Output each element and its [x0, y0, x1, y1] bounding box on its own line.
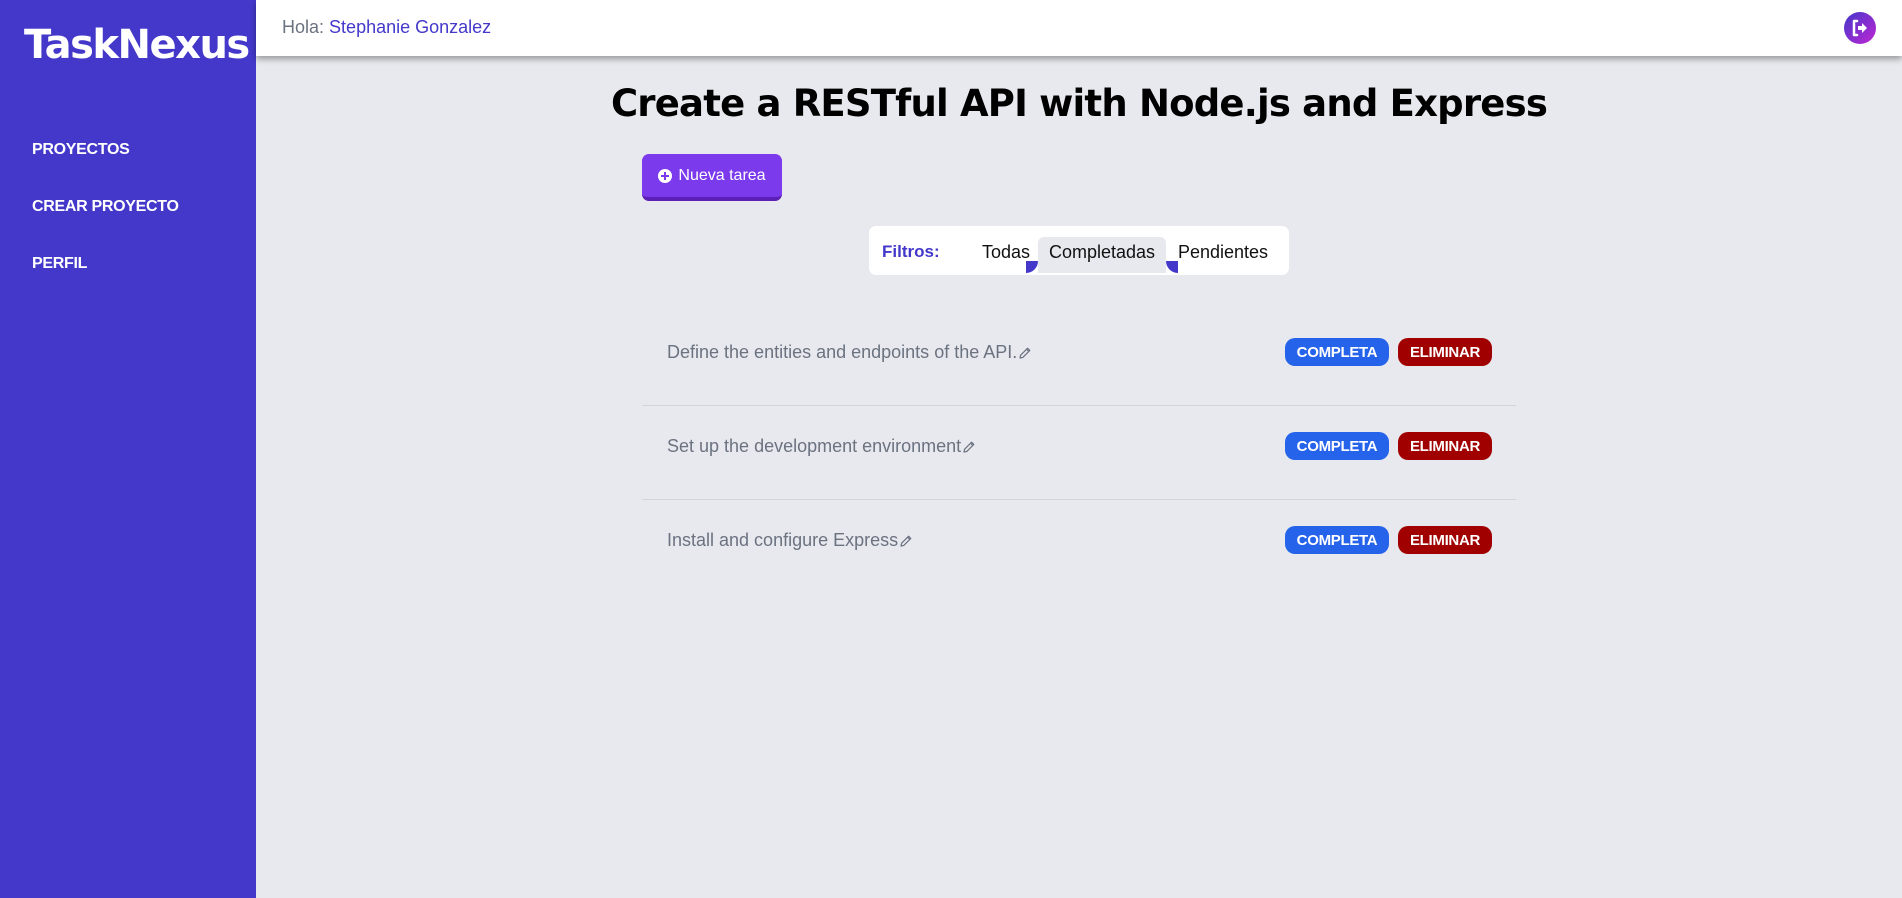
new-task-label: Nueva tarea [678, 166, 766, 184]
sidebar-item-crear-proyecto[interactable]: CREAR PROYECTO [32, 197, 179, 254]
filter-completadas[interactable]: Completadas [1026, 237, 1178, 273]
app-logo: TaskNexus [24, 22, 250, 68]
task-title[interactable]: Install and configure Express [667, 530, 913, 551]
sidebar: TaskNexus PROYECTOS CREAR PROYECTO PERFI… [0, 0, 256, 898]
main-content: Create a RESTful API with Node.js and Ex… [256, 56, 1902, 898]
delete-button[interactable]: ELIMINAR [1398, 338, 1492, 366]
delete-button[interactable]: ELIMINAR [1398, 432, 1492, 460]
task-item: Install and configure Express COMPLETA E… [642, 500, 1516, 594]
task-list: Define the entities and endpoints of the… [642, 312, 1516, 594]
page-title: Create a RESTful API with Node.js and Ex… [610, 82, 1548, 125]
pencil-icon[interactable] [899, 534, 913, 548]
task-text: Set up the development environment [667, 436, 962, 456]
sidebar-item-proyectos[interactable]: PROYECTOS [32, 140, 179, 197]
filter-pendientes[interactable]: Pendientes [1166, 237, 1280, 273]
filters-label: Filtros: [882, 242, 940, 261]
plus-circle-icon [658, 168, 673, 183]
pencil-icon[interactable] [962, 440, 976, 454]
complete-button[interactable]: COMPLETA [1285, 432, 1389, 460]
greeting-label: Hola: [282, 17, 325, 37]
pencil-icon[interactable] [1018, 346, 1032, 360]
sidebar-nav: PROYECTOS CREAR PROYECTO PERFIL [32, 140, 179, 311]
logout-button[interactable] [1844, 12, 1876, 44]
new-task-button[interactable]: Nueva tarea [642, 154, 782, 201]
task-title[interactable]: Define the entities and endpoints of the… [667, 342, 1032, 363]
task-text: Install and configure Express [667, 530, 899, 550]
sidebar-item-perfil[interactable]: PERFIL [32, 254, 179, 311]
top-header: Hola: Stephanie Gonzalez [256, 0, 1902, 56]
complete-button[interactable]: COMPLETA [1285, 526, 1389, 554]
logout-icon [1852, 19, 1867, 37]
greeting: Hola: Stephanie Gonzalez [282, 17, 491, 38]
complete-button[interactable]: COMPLETA [1285, 338, 1389, 366]
task-item: Define the entities and endpoints of the… [642, 312, 1516, 406]
task-item: Set up the development environment COMPL… [642, 406, 1516, 500]
user-name: Stephanie Gonzalez [329, 17, 492, 37]
delete-button[interactable]: ELIMINAR [1398, 526, 1492, 554]
task-text: Define the entities and endpoints of the… [667, 342, 1018, 362]
filters-bar: Filtros: Todas Completadas Pendientes [869, 226, 1289, 275]
task-title[interactable]: Set up the development environment [667, 436, 976, 457]
